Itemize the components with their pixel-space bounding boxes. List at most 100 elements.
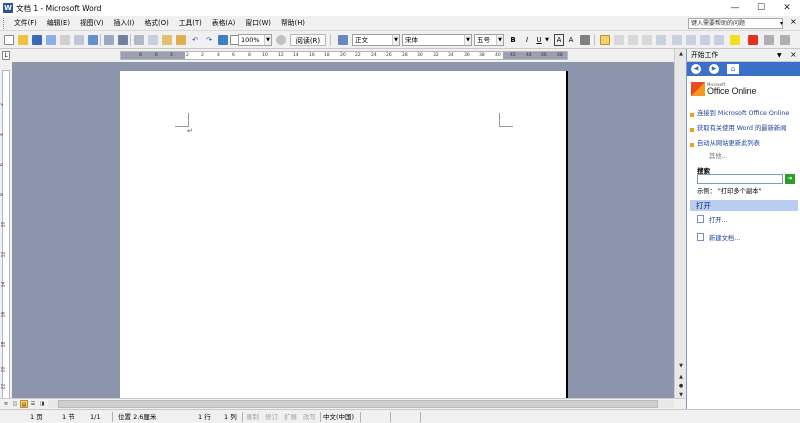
link-connect-office-online[interactable]: 连接到 Microsoft Office Online — [697, 110, 797, 117]
redo-icon[interactable]: ↷ — [204, 34, 214, 46]
style-select[interactable]: 正文 ▼ — [352, 34, 400, 46]
zoom-select[interactable]: 100% ▼ — [238, 34, 272, 46]
open-folder-icon[interactable] — [18, 35, 28, 45]
minimize-button[interactable]: — — [722, 0, 748, 16]
task-pane-close-button[interactable]: × — [790, 50, 797, 59]
format-painter-icon[interactable] — [176, 35, 186, 45]
print-layout-view-icon[interactable]: ▤ — [20, 400, 28, 408]
bullets-icon[interactable] — [686, 35, 696, 45]
character-scale-button[interactable]: A — [566, 34, 576, 46]
help-dropdown-icon[interactable]: ▾ — [780, 18, 788, 29]
horizontal-ruler[interactable]: 8 6 4 2 2 4 6 8 10 12 14 16 18 20 22 24 … — [120, 51, 568, 60]
menu-insert[interactable]: 插入(I) — [109, 16, 140, 31]
link-latest-news[interactable]: 获取有关使用 Word 的最新新闻 — [697, 125, 797, 132]
web-layout-view-icon[interactable]: ◫ — [11, 400, 19, 408]
align-left-icon[interactable] — [600, 35, 610, 45]
character-shading-icon[interactable] — [580, 35, 590, 45]
permission-icon[interactable] — [46, 35, 56, 45]
scroll-down-icon[interactable]: ▼ — [676, 361, 686, 371]
link-auto-update[interactable]: 自动从网站更新此列表 — [697, 140, 797, 147]
font-dropdown-icon[interactable]: ▼ — [464, 35, 471, 45]
read-mode-button[interactable]: 阅读(R) — [290, 34, 326, 46]
menu-window[interactable]: 窗口(W) — [240, 16, 276, 31]
status-language: 中文(中国) — [323, 413, 355, 421]
bold-button[interactable]: B — [508, 34, 518, 46]
menu-tools[interactable]: 工具(T) — [174, 16, 207, 31]
normal-view-icon[interactable]: ≡ — [2, 400, 10, 408]
save-icon[interactable] — [32, 35, 42, 45]
increase-indent-icon[interactable] — [714, 35, 724, 45]
phonetic-guide-icon[interactable] — [764, 35, 774, 45]
menu-edit[interactable]: 编辑(E) — [42, 16, 75, 31]
menu-table[interactable]: 表格(A) — [207, 16, 241, 31]
menu-format[interactable]: 格式(O) — [139, 16, 173, 31]
underline-dropdown-icon[interactable]: ▼ — [544, 34, 550, 46]
new-document-link[interactable]: 新建文档... — [709, 233, 740, 242]
decrease-indent-icon[interactable] — [700, 35, 710, 45]
menu-grip[interactable] — [3, 17, 6, 29]
new-document-icon[interactable] — [4, 35, 14, 45]
forward-icon[interactable]: ▶ — [709, 64, 719, 74]
font-color-icon[interactable] — [748, 35, 758, 45]
underline-button[interactable]: U — [534, 34, 544, 46]
align-right-icon[interactable] — [628, 35, 638, 45]
align-center-icon[interactable] — [614, 35, 624, 45]
help-search-input[interactable]: 键入需要帮助的问题 — [688, 18, 783, 29]
font-size-select[interactable]: 五号 ▼ — [474, 34, 504, 46]
font-size-dropdown-icon[interactable]: ▼ — [496, 35, 503, 45]
status-overtype[interactable]: 改写 — [303, 412, 316, 422]
close-button[interactable]: ✕ — [774, 0, 800, 16]
numbering-icon[interactable] — [672, 35, 682, 45]
undo-icon[interactable]: ↶ — [190, 34, 200, 46]
styles-formatting-icon[interactable] — [338, 35, 348, 45]
paste-icon[interactable] — [162, 35, 172, 45]
reading-layout-view-icon[interactable]: ◨ — [38, 400, 46, 408]
home-icon[interactable]: ⌂ — [727, 64, 739, 74]
search-go-button[interactable]: ➔ — [785, 174, 795, 184]
bullet-icon — [690, 128, 694, 132]
ruler-number: 26 — [386, 53, 392, 58]
menu-help[interactable]: 帮助(H) — [276, 16, 310, 31]
ruler-number: 20 — [340, 53, 346, 58]
status-extend[interactable]: 扩展 — [284, 412, 297, 422]
zoom-dropdown-icon[interactable]: ▼ — [264, 35, 271, 45]
back-icon[interactable]: ◀ — [691, 64, 701, 74]
scroll-up-icon[interactable]: ▲ — [676, 49, 686, 59]
menu-view[interactable]: 视图(V) — [75, 16, 109, 31]
status-record[interactable]: 录制 — [246, 412, 259, 422]
horizontal-scroll-thumb[interactable] — [58, 400, 658, 408]
status-track-changes[interactable]: 修订 — [265, 412, 278, 422]
tab-selector[interactable]: L — [2, 51, 10, 60]
highlight-icon[interactable] — [730, 35, 740, 45]
help-icon[interactable] — [276, 35, 286, 45]
style-dropdown-icon[interactable]: ▼ — [392, 35, 399, 45]
vertical-scrollbar[interactable]: ▲ ▼ ▲ ● ▼ — [674, 49, 686, 398]
copy-icon[interactable] — [148, 35, 158, 45]
menu-file[interactable]: 文件(F) — [9, 16, 42, 31]
outline-view-icon[interactable]: ☰ — [29, 400, 37, 408]
vertical-ruler-row: 2 4 6 8 10 12 14 16 18 20 22 — [0, 62, 12, 400]
insert-hyperlink-icon[interactable] — [218, 35, 228, 45]
research-icon[interactable] — [88, 35, 98, 45]
spelling-icon[interactable] — [104, 35, 114, 45]
more-link[interactable]: 其他... — [709, 151, 728, 160]
font-select[interactable]: 宋体 ▼ — [402, 34, 472, 46]
document-page[interactable]: ↵ — [120, 71, 568, 398]
cut-icon[interactable] — [134, 35, 144, 45]
maximize-button[interactable]: ☐ — [748, 0, 774, 16]
print-icon[interactable] — [60, 35, 70, 45]
print-preview-icon[interactable] — [74, 35, 84, 45]
research-book-icon[interactable] — [118, 35, 128, 45]
document-close-button[interactable]: × — [790, 17, 797, 26]
italic-button[interactable]: I — [522, 34, 532, 46]
enclose-characters-icon[interactable] — [780, 35, 790, 45]
character-border-button[interactable]: A — [554, 34, 564, 46]
vertical-ruler[interactable] — [2, 70, 10, 400]
horizontal-scrollbar[interactable] — [48, 400, 674, 408]
open-link[interactable]: 打开... — [709, 215, 728, 224]
justify-icon[interactable] — [642, 35, 652, 45]
search-input[interactable] — [697, 174, 783, 184]
task-pane-dropdown-icon[interactable]: ▼ — [777, 51, 782, 60]
toolbar: ↶ ↷ 100% ▼ 阅读(R) 正文 ▼ 宋体 ▼ 五号 ▼ B I U ▼ … — [0, 31, 800, 49]
line-spacing-icon[interactable] — [656, 35, 666, 45]
